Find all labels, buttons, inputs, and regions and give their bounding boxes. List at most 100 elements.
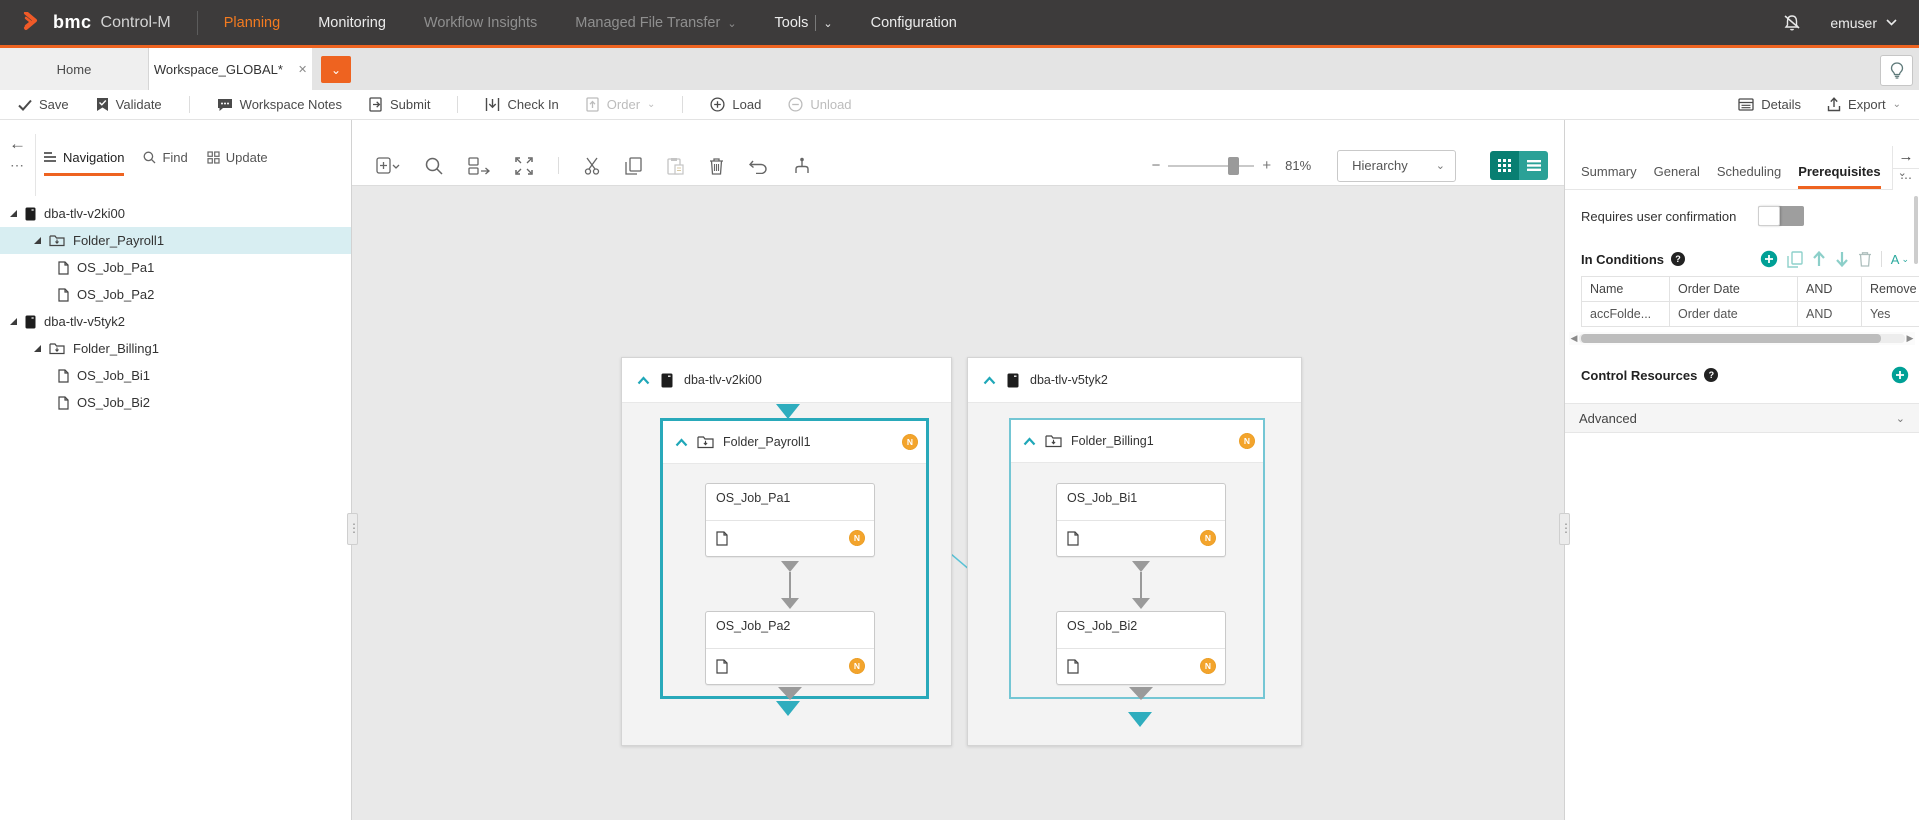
col-order-date[interactable]: Order Date: [1670, 277, 1798, 302]
tree-item-folder[interactable]: Folder_Payroll1: [0, 227, 351, 254]
scrollbar-thumb[interactable]: [1581, 334, 1881, 343]
server-container-v5tyk2[interactable]: dba-tlv-v5tyk2 Folder_Billing1 N OS_Job_…: [967, 357, 1302, 746]
help-icon[interactable]: ?: [1671, 252, 1685, 266]
panel-more-options[interactable]: ⋯: [1900, 171, 1912, 185]
grid-view-button[interactable]: [1490, 151, 1519, 180]
unload-button[interactable]: Unload: [788, 97, 851, 112]
save-button[interactable]: Save: [18, 97, 69, 112]
menu-tools[interactable]: Tools ⌄: [775, 15, 833, 31]
delete-condition-button[interactable]: [1858, 251, 1872, 267]
confirmation-toggle[interactable]: [1758, 206, 1804, 226]
help-icon[interactable]: ?: [1704, 368, 1718, 382]
export-button[interactable]: Export ⌄: [1827, 97, 1901, 112]
undo-button[interactable]: [749, 158, 768, 174]
tab-home[interactable]: Home: [0, 48, 149, 90]
cut-button[interactable]: [584, 157, 600, 175]
tree-item-folder[interactable]: Folder_Billing1: [0, 335, 351, 362]
user-menu[interactable]: emuser: [1830, 15, 1897, 31]
tab-find[interactable]: Find: [143, 150, 187, 176]
tab-prerequisites[interactable]: Prerequisites: [1798, 164, 1880, 189]
expand-caret-icon[interactable]: [10, 210, 17, 217]
details-button[interactable]: Details: [1738, 97, 1801, 112]
sort-conditions-button[interactable]: A ⌄: [1891, 252, 1909, 267]
submit-button[interactable]: Submit: [369, 97, 430, 112]
load-button[interactable]: Load: [710, 97, 761, 112]
tab-summary[interactable]: Summary: [1581, 164, 1637, 189]
tree-item-server[interactable]: dba-tlv-v2ki00: [0, 200, 351, 227]
list-view-button[interactable]: [1519, 151, 1548, 180]
col-remove[interactable]: Remove: [1862, 277, 1919, 302]
tab-navigation[interactable]: Navigation: [44, 150, 124, 176]
menu-monitoring[interactable]: Monitoring: [318, 15, 386, 31]
workspace-notes-button[interactable]: Workspace Notes: [217, 97, 342, 112]
expand-caret-icon[interactable]: [34, 237, 41, 244]
fit-to-screen-button[interactable]: [515, 157, 533, 175]
cell-and[interactable]: AND: [1798, 302, 1862, 327]
collapse-chevron-icon[interactable]: [983, 376, 996, 385]
copy-button[interactable]: [625, 157, 642, 175]
add-control-resource-button[interactable]: [1891, 366, 1909, 384]
close-icon[interactable]: ✕: [298, 63, 307, 76]
duplicate-condition-button[interactable]: [1787, 251, 1803, 268]
server-container-header[interactable]: dba-tlv-v5tyk2: [968, 358, 1301, 403]
job-node-os-job-pa1[interactable]: OS_Job_Pa1 N: [705, 483, 875, 557]
advanced-accordion[interactable]: Advanced ⌄: [1565, 403, 1919, 433]
hierarchy-button[interactable]: [793, 157, 811, 175]
col-and[interactable]: AND: [1798, 277, 1862, 302]
order-button[interactable]: Order ⌄: [586, 97, 656, 112]
zoom-out-icon[interactable]: −: [1152, 157, 1161, 174]
collapse-chevron-icon[interactable]: [675, 438, 688, 447]
tab-workspace-global[interactable]: Workspace_GLOBAL* ✕: [149, 48, 312, 90]
zoom-slider-thumb[interactable]: [1228, 157, 1239, 175]
tab-scheduling[interactable]: Scheduling: [1717, 164, 1781, 189]
folder-node-billing1[interactable]: Folder_Billing1 N OS_Job_Bi1 N: [1009, 418, 1265, 699]
cell-order-date[interactable]: Order date: [1670, 302, 1798, 327]
auto-layout-button[interactable]: [468, 157, 490, 175]
scrollbar-track[interactable]: [1579, 334, 1905, 343]
notifications-muted-icon[interactable]: [1782, 13, 1802, 33]
assistant-button[interactable]: [1880, 55, 1913, 86]
move-up-button[interactable]: [1812, 251, 1826, 267]
zoom-slider-track[interactable]: [1168, 165, 1254, 167]
tree-item-server[interactable]: dba-tlv-v5tyk2: [0, 308, 351, 335]
collapse-sidebar-button[interactable]: ←: [9, 134, 26, 154]
panel-scrollbar[interactable]: [1914, 196, 1918, 264]
collapse-panel-button[interactable]: →: [1893, 146, 1919, 169]
view-mode-select[interactable]: Hierarchy ⌄: [1337, 150, 1456, 182]
add-object-button[interactable]: [376, 157, 400, 175]
workflow-canvas[interactable]: dba-tlv-v2ki00 Folder_Payroll1 N OS_Job_…: [352, 186, 1564, 820]
folder-header[interactable]: Folder_Payroll1 N: [663, 421, 926, 464]
folder-node-payroll1[interactable]: Folder_Payroll1 N OS_Job_Pa1 N: [660, 418, 929, 699]
delete-button[interactable]: [709, 157, 724, 175]
table-row[interactable]: accFolde... Order date AND Yes: [1582, 302, 1919, 327]
job-node-os-job-bi1[interactable]: OS_Job_Bi1 N: [1056, 483, 1226, 557]
sidebar-resize-handle[interactable]: ⋮: [347, 513, 358, 545]
tab-general[interactable]: General: [1654, 164, 1700, 189]
more-options-icon[interactable]: ⋯: [10, 160, 25, 170]
server-container-header[interactable]: dba-tlv-v2ki00: [622, 358, 951, 403]
menu-workflow-insights[interactable]: Workflow Insights: [424, 15, 537, 31]
tab-update[interactable]: Update: [207, 150, 268, 176]
menu-configuration[interactable]: Configuration: [871, 15, 957, 31]
move-down-button[interactable]: [1835, 251, 1849, 267]
table-horizontal-scrollbar[interactable]: ◀ ▶: [1569, 332, 1915, 345]
zoom-search-button[interactable]: [425, 157, 443, 175]
cell-remove[interactable]: Yes: [1862, 302, 1919, 327]
menu-managed-file-transfer[interactable]: Managed File Transfer ⌄: [575, 15, 736, 31]
tree-item-job[interactable]: OS_Job_Pa1: [0, 254, 351, 281]
folder-header[interactable]: Folder_Billing1 N: [1011, 420, 1263, 463]
validate-button[interactable]: Validate: [96, 97, 162, 112]
cell-name[interactable]: accFolde...: [1582, 302, 1670, 327]
new-workspace-dropdown-button[interactable]: ⌄: [321, 56, 351, 83]
scroll-left-arrow[interactable]: ◀: [1569, 333, 1579, 344]
zoom-in-icon[interactable]: +: [1262, 157, 1271, 174]
expand-caret-icon[interactable]: [10, 318, 17, 325]
col-name[interactable]: Name: [1582, 277, 1670, 302]
panel-resize-handle[interactable]: ⋮: [1559, 513, 1570, 545]
add-condition-button[interactable]: [1760, 250, 1778, 268]
expand-caret-icon[interactable]: [34, 345, 41, 352]
tree-item-job[interactable]: OS_Job_Bi2: [0, 389, 351, 416]
menu-planning[interactable]: Planning: [224, 15, 280, 31]
job-node-os-job-bi2[interactable]: OS_Job_Bi2 N: [1056, 611, 1226, 685]
tree-item-job[interactable]: OS_Job_Pa2: [0, 281, 351, 308]
